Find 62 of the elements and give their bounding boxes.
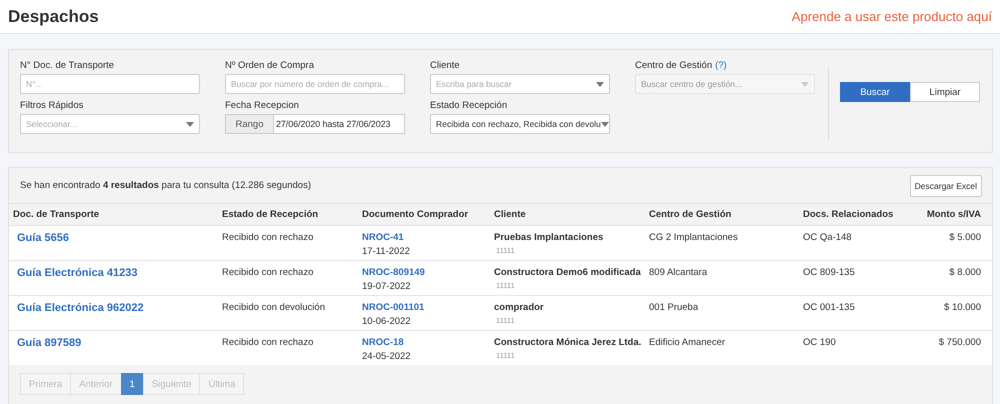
table-cell: Recibido con rechazo — [222, 232, 314, 243]
column-header: Centro de Gestión — [649, 209, 732, 220]
table-cell: OC 190 — [803, 337, 836, 348]
table-cell: Recibido con rechazo — [222, 267, 314, 278]
buyer-document-link[interactable]: NROC-18 — [362, 337, 494, 348]
field-label: Fecha Recepcion — [225, 100, 300, 111]
buyer-document-link[interactable]: NROC-809149 — [362, 267, 494, 278]
buyer-document-link[interactable]: NROC-001101 — [362, 302, 494, 313]
table-cell: 001 Prueba — [649, 302, 698, 313]
caret-icon — [600, 122, 609, 126]
field-label: Cliente — [430, 60, 461, 71]
table-cell: Recibido con rechazo — [222, 337, 314, 348]
document-link[interactable]: Guía 897589 — [17, 337, 82, 349]
client-name: Pruebas Implantaciones — [494, 232, 604, 243]
help-link[interactable]: Aprende a usar este producto aquí — [792, 9, 992, 24]
column-header: Cliente — [494, 209, 527, 220]
table-cell-text: 17-11-2022 — [362, 246, 411, 257]
table-cell: Recibido con devolución — [222, 302, 325, 313]
table-cell: 809 Alcantara — [649, 267, 708, 278]
date-range-field[interactable]: 27/06/2020 hasta 27/06/2023 — [273, 114, 405, 134]
table-cell: OC 001-135 — [803, 302, 855, 313]
results-summary: Se han encontrado 4 resultados para tu consulta (12.286 segundos) — [20, 180, 312, 191]
input-field[interactable]: N°... — [20, 74, 200, 94]
field-label: Centro de Gestión — [635, 60, 712, 71]
field-label: Filtros Rápidos — [20, 100, 84, 111]
caret-icon — [596, 82, 604, 86]
field-label: Estado Recepción — [430, 100, 508, 111]
client-name: Constructora Demo6 modificada — [494, 267, 642, 278]
caret-icon — [801, 82, 809, 86]
client-name: comprador — [494, 302, 545, 313]
column-header: Docs. Relacionados — [803, 209, 894, 220]
field-label: Nº Orden de Compra — [225, 60, 316, 71]
clear-button[interactable]: Limpiar — [910, 82, 980, 102]
table-cell: $ 10.000 — [944, 302, 981, 313]
column-header: Doc. de Transporte — [13, 209, 100, 220]
table-cell-text: 10-06-2022 — [362, 316, 412, 327]
column-header: Estado de Recepción — [222, 209, 320, 220]
search-button[interactable]: Buscar — [840, 82, 910, 102]
column-header: Monto s/IVA — [926, 209, 981, 220]
column-header: Documento Comprador — [362, 209, 470, 220]
table-cell: Edificio Amanecer — [649, 337, 726, 348]
export-button[interactable]: Descargar Excel — [910, 174, 982, 196]
select-field[interactable]: Recibida con rechazo, Recibida con devolu — [430, 114, 610, 134]
field-label: N° Doc. de Transporte — [20, 60, 116, 71]
table-cell-text: 19-07-2022 — [362, 281, 412, 292]
document-link[interactable]: Guía Electrónica 41233 — [17, 267, 138, 279]
table-cell: $ 8.000 — [949, 267, 981, 278]
range-label: Rango — [225, 114, 273, 134]
table-cell: CG 2 Implantaciones — [649, 232, 738, 243]
table-cell: OC 809-135 — [803, 267, 855, 278]
table-cell: OC Qa-148 — [803, 232, 852, 243]
table-cell: $ 5.000 — [949, 232, 981, 243]
caret-icon — [186, 122, 194, 126]
document-link[interactable]: Guía 5656 — [17, 232, 69, 244]
buyer-document-link[interactable]: NROC-41 — [362, 232, 494, 243]
page-title: Despachos — [8, 6, 99, 26]
client-name: Constructora Mónica Jerez Ltda. — [494, 337, 642, 348]
document-link[interactable]: Guía Electrónica 962022 — [17, 302, 144, 314]
table-cell: $ 750.000 — [938, 337, 981, 348]
table-cell-text: 24-05-2022 — [362, 351, 412, 362]
input-field[interactable]: Buscar por número de orden de compra... — [225, 74, 405, 94]
page-button[interactable]: 1 — [120, 373, 144, 395]
